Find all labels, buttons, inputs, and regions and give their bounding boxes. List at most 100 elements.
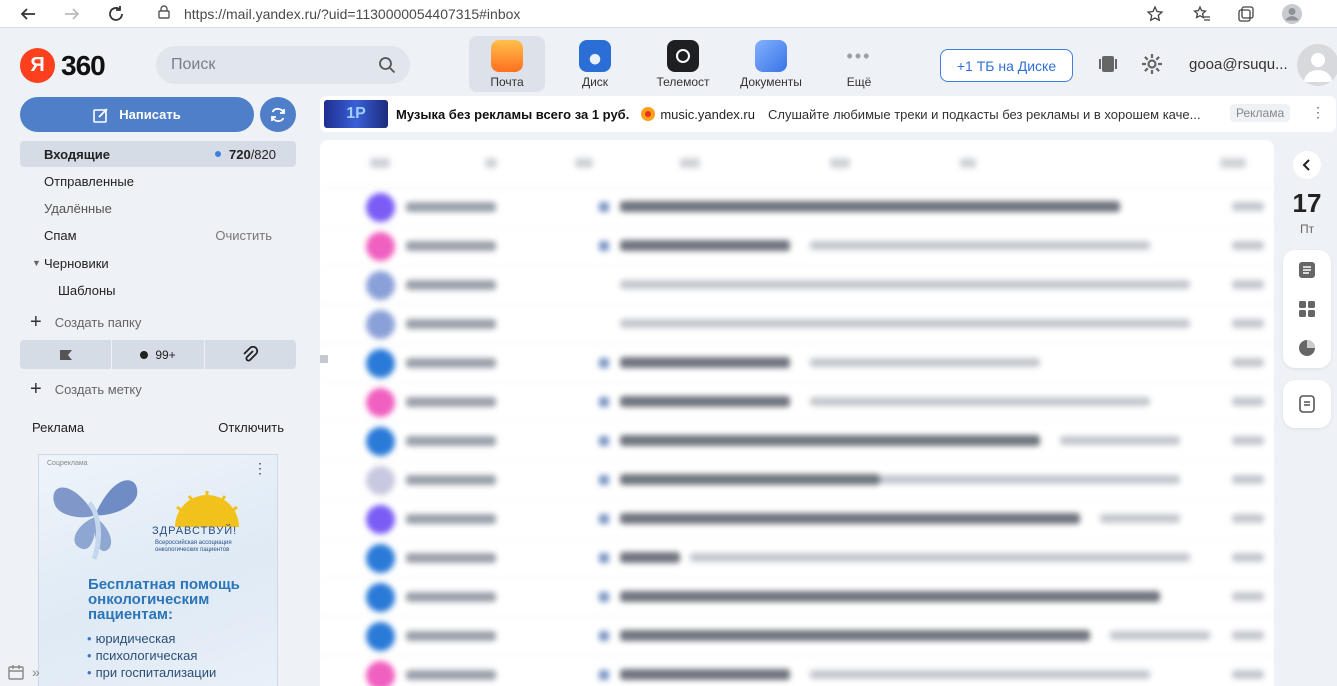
promo-banner[interactable]: 1P Музыка без рекламы всего за 1 руб. mu… [320,96,1336,132]
url-text: https://mail.yandex.ru/?uid=113000005440… [184,5,521,22]
back-button[interactable] [16,2,40,26]
favorites-icon[interactable] [1190,2,1214,26]
more-vertical-icon[interactable]: ⋮ [1311,104,1325,121]
folder-templates[interactable]: Шаблоны [20,277,296,303]
folder-drafts[interactable]: ▼ Черновики [20,250,296,276]
create-folder-label: Создать папку [54,315,142,330]
mail-list-blurred [320,140,1274,686]
compose-label: Написать [119,107,181,122]
important-filter[interactable] [20,340,113,369]
search-icon[interactable] [378,56,396,79]
app-header: Я 360 Поиск Почта Диск Телемост Документ… [0,28,1337,98]
service-mail[interactable]: Почта [469,36,545,92]
more-icon: ••• [846,45,872,66]
collapse-rail-button[interactable] [1293,151,1321,179]
butterfly-icon [53,480,138,560]
paperclip-icon [243,345,259,361]
collections-icon[interactable] [1234,2,1258,26]
table-row[interactable] [320,617,1274,656]
ad-brand-sub: Всероссийская ассоциация онкологических … [155,540,232,553]
spam-clear-button[interactable]: Очистить [215,228,272,243]
music-icon [641,107,656,121]
drafts-expand-icon[interactable]: ▼ [32,258,41,268]
avatar[interactable] [1297,44,1337,86]
unread-filter[interactable]: 99+ [112,340,205,369]
gear-icon[interactable] [1140,52,1164,76]
rail-extra [1283,380,1331,428]
service-more[interactable]: ••• Ещё [821,36,897,92]
promo-tag: Реклама [1230,104,1291,122]
calendar-day[interactable]: 17 [1283,188,1331,219]
more-vertical-icon[interactable]: ⋮ [253,460,267,477]
folder-spam-label: Спам [44,227,77,243]
mail-list[interactable] [320,140,1274,686]
reload-button[interactable] [104,2,128,26]
folder-deleted-label: Удалённые [44,200,112,216]
table-row[interactable] [320,188,1274,227]
mail-list-header [320,140,1274,188]
promo-site-label: music.yandex.ru [660,106,755,122]
table-row[interactable] [320,461,1274,500]
service-telemost[interactable]: Телемост [645,36,721,92]
create-label-label: Создать метку [54,382,142,397]
table-row[interactable] [320,227,1274,266]
promo-description: Слушайте любимые треки и подкасты без ре… [767,106,1200,122]
service-disk[interactable]: Диск [557,36,633,92]
table-row[interactable] [320,422,1274,461]
table-row[interactable] [320,539,1274,578]
compose-button[interactable]: Написать [20,97,254,132]
attachments-filter[interactable] [205,340,296,369]
folder-sent[interactable]: Отправленные [20,168,296,194]
logo-letter: Я [20,48,55,83]
table-row[interactable] [320,500,1274,539]
ad-banner[interactable]: Соцреклама ⋮ ЗДРАВСТВУЙ! Всероссийская а… [38,454,278,686]
ad-disable-link[interactable]: Отключить [218,420,284,435]
user-email[interactable]: gooa@rsuqu... [1189,56,1288,73]
ad-headline: Бесплатная помощь онкологическим пациент… [88,576,240,623]
expand-sidebar-icon[interactable]: » [32,664,40,680]
notes-icon[interactable] [1283,250,1331,289]
table-row[interactable] [320,383,1274,422]
profile-icon[interactable] [1280,2,1304,26]
folder-inbox-label: Входящие [44,146,110,162]
create-folder-link[interactable]: + Создать папку [30,311,141,334]
search-input[interactable]: Поиск [156,46,410,84]
disk-offer-button[interactable]: +1 ТБ на Диске [940,49,1073,82]
ad-list-item: при госпитализации [87,664,217,681]
sun-icon [175,491,239,527]
service-documents[interactable]: Документы [733,36,809,92]
calendar-weekday: Пт [1299,222,1315,236]
calendar-icon[interactable] [8,664,24,680]
unread-dot-icon [140,350,149,359]
panel-toggle-icon[interactable] [1096,52,1120,76]
folder-deleted[interactable]: Удалённые [20,195,296,221]
logo-text: 360 [61,49,106,81]
table-row[interactable] [320,266,1274,305]
refresh-button[interactable] [260,97,296,132]
table-row[interactable] [320,656,1274,686]
mail-icon [491,40,523,72]
forward-button[interactable] [60,2,84,26]
folder-inbox[interactable]: Входящие 720 /820 [20,141,296,167]
flag-icon [59,349,72,360]
promo-site[interactable]: music.yandex.ru [641,107,755,122]
folder-spam[interactable]: Спам Очистить [20,222,296,248]
table-row[interactable] [320,344,1274,383]
mail-rows [320,188,1274,686]
inbox-unread: 720 [228,146,251,162]
add-favorite-icon[interactable] [1143,2,1167,26]
ad-title: Реклама [32,420,85,435]
create-label-link[interactable]: + Создать метку [30,378,142,401]
chevron-left-icon [1302,159,1310,171]
list-resize-handle[interactable] [320,355,328,363]
search-placeholder: Поиск [171,56,216,73]
apps-icon[interactable] [1283,289,1331,328]
document-icon[interactable] [1283,380,1331,428]
table-row[interactable] [320,578,1274,617]
lock-icon [158,5,170,22]
pie-chart-icon[interactable] [1283,328,1331,367]
telemost-icon [667,40,699,72]
address-bar[interactable]: https://mail.yandex.ru/?uid=113000005440… [146,0,1176,27]
table-row[interactable] [320,305,1274,344]
yandex-360-logo[interactable]: Я 360 [20,48,106,83]
